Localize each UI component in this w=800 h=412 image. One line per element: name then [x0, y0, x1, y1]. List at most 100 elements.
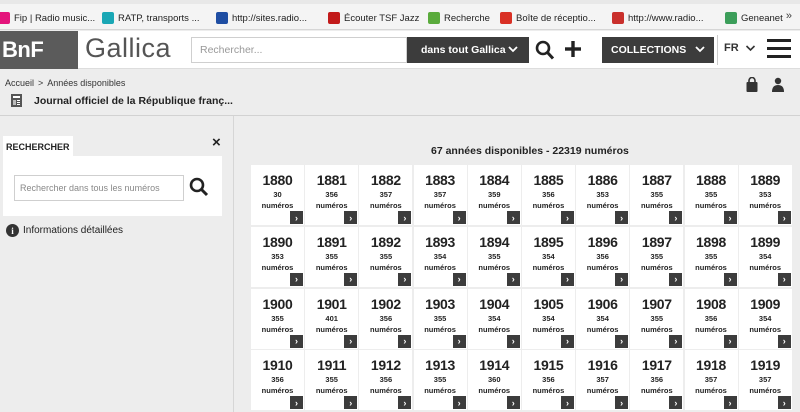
- chevron-right-icon[interactable]: ›: [615, 396, 629, 410]
- year-cell[interactable]: 1884 359 numéros ›: [467, 165, 521, 225]
- chevron-right-icon[interactable]: ›: [669, 211, 683, 224]
- chevron-right-icon[interactable]: ›: [398, 396, 412, 410]
- year-cell[interactable]: 1914 360 numéros ›: [467, 350, 521, 411]
- chevron-right-icon[interactable]: ›: [723, 272, 737, 286]
- tab-rechercher[interactable]: RECHERCHER: [3, 136, 73, 156]
- chevron-right-icon[interactable]: ›: [777, 272, 791, 286]
- chevron-right-icon[interactable]: ›: [723, 396, 737, 410]
- year-cell[interactable]: 1885 356 numéros ›: [521, 165, 575, 225]
- year-cell[interactable]: 1903 355 numéros ›: [413, 288, 467, 349]
- chevron-right-icon[interactable]: ›: [560, 334, 574, 348]
- year-cell[interactable]: 1910 356 numéros ›: [251, 350, 304, 411]
- chevron-right-icon[interactable]: ›: [452, 396, 466, 410]
- chevron-right-icon[interactable]: ›: [615, 334, 629, 348]
- chevron-right-icon[interactable]: ›: [506, 211, 520, 224]
- chevron-right-icon[interactable]: ›: [452, 272, 466, 286]
- chevron-right-icon[interactable]: ›: [344, 396, 358, 410]
- chevron-right-icon[interactable]: ›: [669, 334, 683, 348]
- chevron-right-icon[interactable]: ›: [506, 396, 520, 410]
- chevron-right-icon[interactable]: ›: [344, 272, 358, 286]
- year-cell[interactable]: 1891 355 numéros ›: [305, 226, 359, 287]
- year-cell[interactable]: 1904 354 numéros ›: [467, 288, 521, 349]
- bookmark-geneanet[interactable]: Geneanet: [725, 11, 783, 25]
- chevron-right-icon[interactable]: ›: [560, 272, 574, 286]
- bookmark-tsf-jazz[interactable]: Écouter TSF Jazz: [328, 11, 419, 25]
- chevron-right-icon[interactable]: ›: [452, 334, 466, 348]
- year-cell[interactable]: 1883 357 numéros ›: [413, 165, 467, 225]
- year-cell[interactable]: 1918 357 numéros ›: [684, 350, 738, 411]
- year-cell[interactable]: 1881 356 numéros ›: [305, 165, 359, 225]
- bookmarks-overflow-button[interactable]: »: [786, 10, 792, 22]
- chevron-right-icon[interactable]: ›: [669, 272, 683, 286]
- year-cell[interactable]: 1915 356 numéros ›: [521, 350, 575, 411]
- year-cell[interactable]: 1908 356 numéros ›: [684, 288, 738, 349]
- chevron-right-icon[interactable]: ›: [777, 211, 791, 224]
- year-cell[interactable]: 1897 355 numéros ›: [630, 226, 684, 287]
- year-cell[interactable]: 1889 353 numéros ›: [738, 165, 792, 225]
- chevron-right-icon[interactable]: ›: [398, 272, 412, 286]
- year-cell[interactable]: 1895 354 numéros ›: [521, 226, 575, 287]
- search-scope-select[interactable]: dans tout Gallica: [407, 37, 529, 63]
- year-cell[interactable]: 1919 357 numéros ›: [738, 350, 792, 411]
- chevron-right-icon[interactable]: ›: [398, 334, 412, 348]
- year-cell[interactable]: 1917 356 numéros ›: [630, 350, 684, 411]
- year-cell[interactable]: 1896 356 numéros ›: [576, 226, 630, 287]
- year-cell[interactable]: 1912 356 numéros ›: [359, 350, 413, 411]
- search-input[interactable]: Rechercher...: [191, 37, 407, 63]
- year-cell[interactable]: 1909 354 numéros ›: [738, 288, 792, 349]
- chevron-right-icon[interactable]: ›: [290, 396, 303, 410]
- chevron-right-icon[interactable]: ›: [669, 396, 683, 410]
- chevron-right-icon[interactable]: ›: [290, 334, 303, 348]
- year-cell[interactable]: 1900 355 numéros ›: [251, 288, 304, 349]
- search-icon[interactable]: [535, 39, 555, 61]
- close-icon[interactable]: ×: [212, 134, 221, 151]
- chevron-right-icon[interactable]: ›: [398, 211, 412, 224]
- year-cell[interactable]: 1905 354 numéros ›: [521, 288, 575, 349]
- year-cell[interactable]: 1888 355 numéros ›: [684, 165, 738, 225]
- chevron-right-icon[interactable]: ›: [506, 334, 520, 348]
- bnf-logo[interactable]: BnF: [0, 31, 78, 69]
- hamburger-menu-icon[interactable]: [767, 39, 791, 61]
- chevron-right-icon[interactable]: ›: [344, 334, 358, 348]
- year-cell[interactable]: 1911 355 numéros ›: [305, 350, 359, 411]
- chevron-right-icon[interactable]: ›: [452, 211, 466, 224]
- chevron-right-icon[interactable]: ›: [560, 396, 574, 410]
- year-cell[interactable]: 1916 357 numéros ›: [576, 350, 630, 411]
- year-cell[interactable]: 1901 401 numéros ›: [305, 288, 359, 349]
- year-cell[interactable]: 1892 355 numéros ›: [359, 226, 413, 287]
- bookmark-radio[interactable]: http://www.radio...: [612, 11, 704, 25]
- language-select[interactable]: FR: [724, 42, 756, 54]
- year-cell[interactable]: 1894 355 numéros ›: [467, 226, 521, 287]
- chevron-right-icon[interactable]: ›: [290, 211, 303, 224]
- chevron-right-icon[interactable]: ›: [777, 396, 791, 410]
- year-cell[interactable]: 1906 354 numéros ›: [576, 288, 630, 349]
- chevron-right-icon[interactable]: ›: [615, 211, 629, 224]
- plus-icon[interactable]: [563, 38, 583, 60]
- year-cell[interactable]: 1898 355 numéros ›: [684, 226, 738, 287]
- year-cell[interactable]: 1890 353 numéros ›: [251, 226, 304, 287]
- year-cell[interactable]: 1887 355 numéros ›: [630, 165, 684, 225]
- breadcrumb-home[interactable]: Accueil: [5, 78, 34, 88]
- chevron-right-icon[interactable]: ›: [506, 272, 520, 286]
- year-cell[interactable]: 1880 30 numéros ›: [251, 165, 304, 225]
- year-cell[interactable]: 1907 355 numéros ›: [630, 288, 684, 349]
- search-icon[interactable]: [188, 176, 210, 198]
- chevron-right-icon[interactable]: ›: [723, 334, 737, 348]
- detailed-info-link[interactable]: i Informations détaillées: [6, 224, 123, 237]
- year-cell[interactable]: 1902 356 numéros ›: [359, 288, 413, 349]
- bookmark-ratp[interactable]: RATP, transports ...: [102, 11, 199, 25]
- year-cell[interactable]: 1893 354 numéros ›: [413, 226, 467, 287]
- year-cell[interactable]: 1882 357 numéros ›: [359, 165, 413, 225]
- chevron-right-icon[interactable]: ›: [344, 211, 358, 224]
- bookmark-recherche[interactable]: Recherche: [428, 11, 490, 25]
- issues-search-input[interactable]: Rechercher dans tous les numéros: [14, 175, 184, 201]
- shopping-bag-icon[interactable]: [745, 77, 759, 93]
- chevron-right-icon[interactable]: ›: [777, 334, 791, 348]
- year-cell[interactable]: 1913 355 numéros ›: [413, 350, 467, 411]
- bookmark-fip[interactable]: Fip | Radio music...: [0, 11, 95, 25]
- user-icon[interactable]: [771, 77, 785, 93]
- bookmark-radiofrance[interactable]: http://sites.radio...: [216, 11, 307, 25]
- year-cell[interactable]: 1899 354 numéros ›: [738, 226, 792, 287]
- chevron-right-icon[interactable]: ›: [723, 211, 737, 224]
- collections-button[interactable]: COLLECTIONS: [602, 37, 714, 63]
